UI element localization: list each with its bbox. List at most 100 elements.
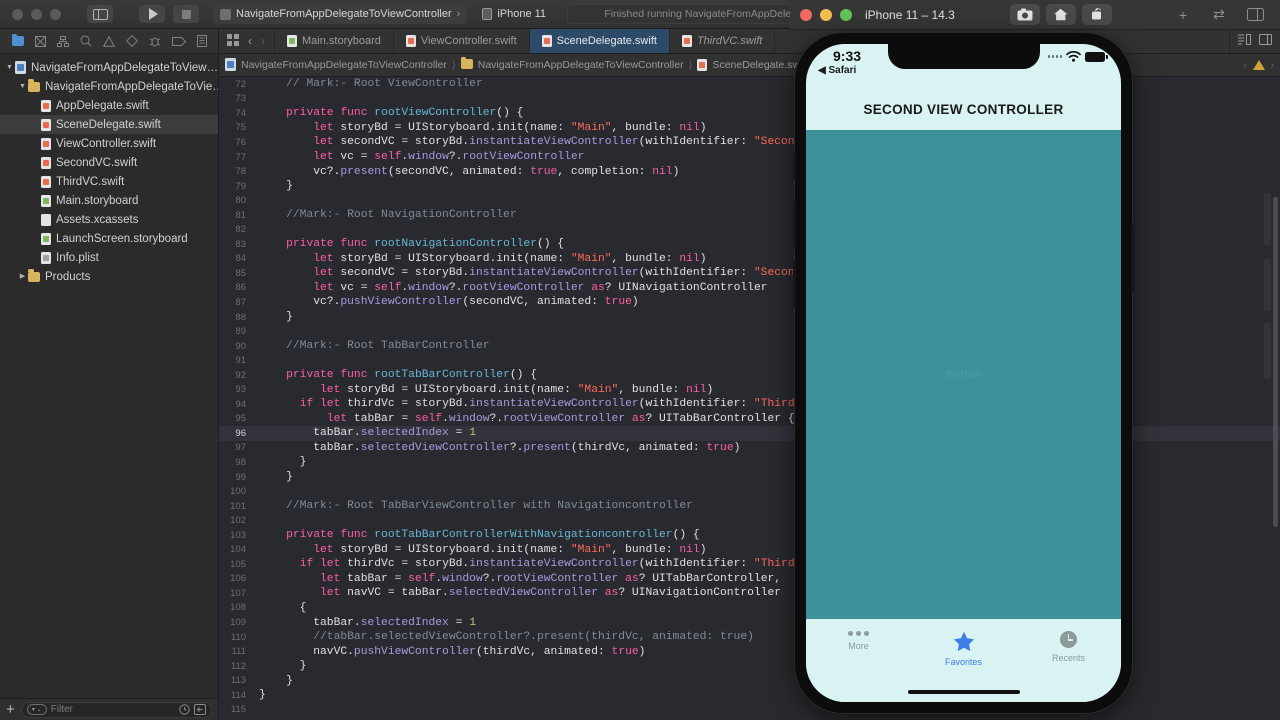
line-number: 83	[235, 238, 246, 250]
home-button[interactable]	[1045, 4, 1076, 25]
ellipsis-icon	[848, 631, 869, 636]
line-number: 94	[235, 398, 246, 410]
project-navigator-tab[interactable]	[11, 33, 24, 46]
file-tree-row[interactable]: Assets.xcassets	[0, 210, 218, 229]
code-text: let secondVC = storyBd.instantiateViewCo…	[313, 267, 822, 280]
file-tree-row[interactable]: ▼ NavigateFromAppDelegateToVie…	[0, 77, 218, 96]
editor-tab-label: ViewController.swift	[420, 35, 517, 47]
editor-tab-label: ThirdVC.swift	[696, 35, 763, 47]
multi-editor-icon[interactable]	[227, 33, 239, 49]
simulator-traffic-lights[interactable]	[798, 8, 852, 21]
home-indicator[interactable]	[907, 689, 1020, 694]
filter-scope-icon[interactable]: ▾ ⌄	[26, 704, 47, 715]
volume-down-button[interactable]	[793, 261, 796, 307]
folder-icon	[11, 33, 24, 46]
close-button[interactable]	[12, 8, 23, 20]
grid-icon	[227, 33, 239, 46]
destination-selector[interactable]: iPhone 11	[475, 5, 553, 24]
volume-up-button[interactable]	[793, 201, 796, 247]
go-back-button[interactable]: ‹	[248, 34, 252, 48]
editor-tab[interactable]: ThirdVC.swift	[670, 29, 776, 53]
file-tree-row[interactable]: AppDelegate.swift	[0, 96, 218, 115]
issue-navigator-tab[interactable]	[102, 35, 115, 47]
file-tree-row[interactable]: Main.storyboard	[0, 191, 218, 210]
tab-favorites[interactable]: Favorites	[911, 631, 1016, 667]
symbol-navigator-tab[interactable]	[56, 35, 69, 47]
window-traffic-lights[interactable]	[8, 8, 61, 20]
file-tree[interactable]: ▼ NavigateFromAppDelegateToView… ▼ Navigate…	[0, 54, 218, 698]
add-button[interactable]: +	[1170, 5, 1196, 25]
content-button[interactable]: Button	[946, 369, 981, 381]
collapse-icon[interactable]	[194, 704, 206, 715]
simulator-minimize-button[interactable]	[820, 8, 832, 21]
breakpoint-navigator-tab[interactable]	[171, 36, 186, 46]
screenshot-button[interactable]	[1009, 4, 1040, 25]
warning-triangle-icon	[102, 35, 115, 47]
file-tree-label: ViewController.swift	[56, 137, 157, 150]
debug-navigator-tab[interactable]	[149, 35, 161, 47]
minimize-button[interactable]	[31, 8, 42, 20]
editor-tab[interactable]: ViewController.swift	[394, 29, 530, 53]
simulator-zoom-button[interactable]	[840, 8, 852, 21]
line-number: 72	[235, 78, 246, 90]
stop-icon	[181, 9, 191, 19]
breadcrumb-item-1[interactable]: NavigateFromAppDelegateToViewController	[478, 59, 684, 71]
code-text: let tabBar = self.window?.rootViewContro…	[326, 412, 795, 425]
scheme-selector[interactable]: NavigateFromAppDelegateToViewController …	[213, 4, 468, 24]
file-tree-row[interactable]: LaunchScreen.storyboard	[0, 229, 218, 248]
simulator-close-button[interactable]	[800, 8, 812, 21]
editor-tab[interactable]: Main.storyboard	[275, 29, 394, 53]
device-screen[interactable]: 9:33 ◀ Safari SECOND VIEW CONTROLLER But…	[806, 44, 1121, 702]
source-control-navigator-tab[interactable]	[34, 35, 46, 47]
run-button[interactable]	[139, 5, 165, 23]
file-tree-row[interactable]: Info.plist	[0, 248, 218, 267]
file-tree-row[interactable]: ▼ NavigateFromAppDelegateToView…	[0, 58, 218, 77]
line-number: 111	[231, 646, 246, 658]
swift-file-icon	[405, 35, 416, 47]
code-text: vc?.pushViewController(secondVC, animate…	[259, 296, 639, 309]
silent-switch[interactable]	[793, 153, 796, 179]
breadcrumb-folder-icon	[460, 56, 473, 71]
go-forward-button[interactable]: ›	[261, 34, 265, 48]
file-tree-row[interactable]: SecondVC.swift	[0, 153, 218, 172]
tab-recents[interactable]: Recents	[1016, 631, 1121, 663]
test-navigator-tab[interactable]	[125, 35, 138, 47]
line-number: 78	[235, 166, 246, 178]
line-number: 112	[230, 660, 246, 672]
breadcrumb-item-0[interactable]: NavigateFromAppDelegateToViewController	[241, 59, 447, 71]
find-navigator-tab[interactable]	[80, 35, 92, 47]
power-button[interactable]	[1131, 223, 1134, 293]
filter-right-icons	[179, 704, 206, 715]
file-tree-row[interactable]: ThirdVC.swift	[0, 172, 218, 191]
tab-more[interactable]: More	[806, 631, 911, 651]
line-number: 86	[235, 282, 246, 294]
plist-file-icon	[41, 251, 51, 264]
file-tree-row[interactable]: ▶ Products	[0, 267, 218, 286]
panel-toggle-button[interactable]	[1242, 5, 1268, 25]
back-to-app-link[interactable]: ◀ Safari	[818, 65, 856, 76]
stop-button[interactable]	[173, 5, 199, 23]
code-text: //Mark:- Root NavigationController	[286, 209, 517, 222]
toggle-navigator-button[interactable]	[87, 5, 113, 23]
recent-clock-icon[interactable]	[179, 704, 190, 715]
disclosure-triangle-icon[interactable]: ▼	[17, 83, 28, 90]
editor-tab[interactable]: SceneDelegate.swift	[529, 29, 670, 53]
line-number: 77	[235, 151, 246, 163]
code-text: }	[259, 674, 293, 687]
line-number: 97	[235, 442, 246, 454]
line-number: 101	[230, 500, 246, 512]
disclosure-triangle-icon[interactable]: ▼	[4, 64, 15, 71]
file-tree-row[interactable]: SceneDelegate.swift	[0, 115, 218, 134]
code-text: }	[259, 456, 307, 469]
code-text: let navVC = tabBar.selectedViewControlle…	[320, 587, 782, 600]
line-number: 91	[235, 355, 246, 367]
filter-field[interactable]: ▾ ⌄ Filter	[20, 701, 212, 718]
share-button[interactable]	[1081, 4, 1112, 25]
add-file-button[interactable]: +	[6, 702, 15, 717]
rotate-button[interactable]: ⇄	[1206, 5, 1232, 25]
report-navigator-tab[interactable]	[196, 35, 207, 47]
zoom-button[interactable]	[50, 8, 61, 20]
code-text: //tabBar.selectedViewController?.present…	[313, 631, 754, 644]
disclosure-triangle-icon[interactable]: ▶	[17, 273, 28, 280]
file-tree-row[interactable]: ViewController.swift	[0, 134, 218, 153]
